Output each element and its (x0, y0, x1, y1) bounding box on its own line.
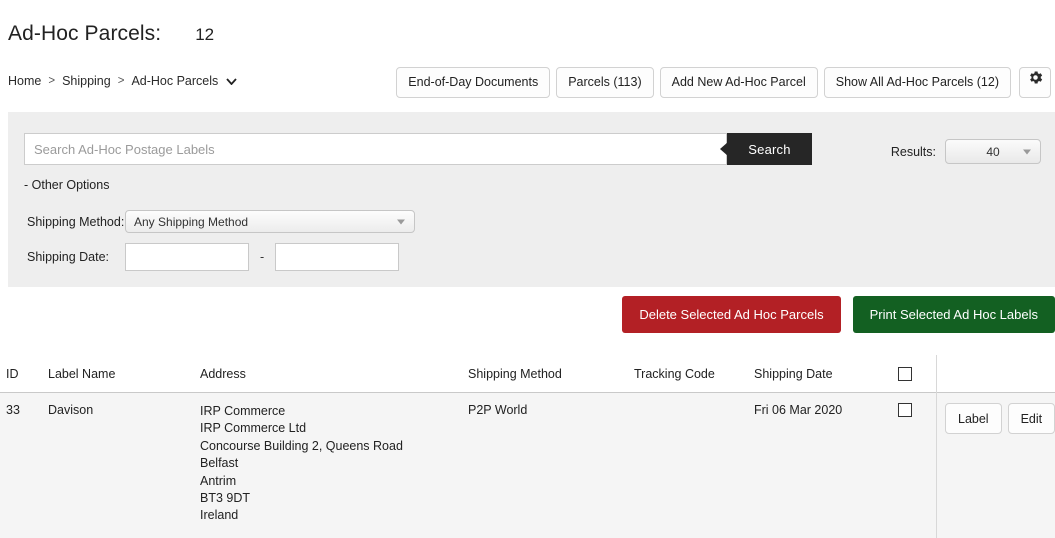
shipping-method-label: Shipping Method: (27, 214, 125, 229)
shipping-date-separator: - (260, 250, 265, 264)
select-all-checkbox[interactable] (898, 366, 912, 381)
cell-label-name: Davison (48, 403, 94, 417)
breadcrumb-item-shipping[interactable]: Shipping (62, 74, 111, 88)
shipping-method-select-value: Any Shipping Method (134, 214, 249, 229)
print-selected-labels-button[interactable]: Print Selected Ad Hoc Labels (852, 296, 1055, 333)
search-row: Search (24, 133, 812, 165)
search-button[interactable]: Search (727, 133, 812, 165)
cell-id: 33 (6, 403, 20, 417)
column-header-select-all (874, 366, 936, 381)
cell-shipping-date: Fri 06 Mar 2020 (754, 403, 843, 417)
row-actions-cell: Label Edit (937, 393, 1055, 538)
parcels-table-main: ID Label Name Address Shipping Method Tr… (0, 355, 936, 538)
search-button-notch-icon (720, 142, 728, 156)
gear-icon (1027, 68, 1044, 97)
row-select-checkbox[interactable] (898, 403, 912, 417)
cell-select (874, 403, 936, 538)
add-new-ad-hoc-parcel-button[interactable]: Add New Ad-Hoc Parcel (659, 67, 818, 98)
results-per-page: Results: 40 (891, 139, 1041, 164)
cell-address: IRP Commerce IRP Commerce Ltd Concourse … (200, 403, 468, 538)
row-actions-column: Label Edit (936, 355, 1055, 538)
cell-shipping-method: P2P World (468, 403, 528, 417)
column-header-tracking-code: Tracking Code (634, 366, 715, 381)
column-header-id: ID (6, 366, 19, 381)
breadcrumb-item-home[interactable]: Home (8, 74, 41, 88)
address-line: Concourse Building 2, Queens Road (200, 438, 403, 453)
settings-button[interactable] (1019, 67, 1051, 98)
page-header: Ad-Hoc Parcels: 12 Home > Shipping > Ad-… (0, 0, 1055, 112)
filter-panel: Search Results: 40 - Other Options Shipp… (8, 112, 1055, 287)
address-line: Ireland (200, 508, 239, 523)
breadcrumb-separator: > (48, 75, 56, 87)
row-label-button[interactable]: Label (945, 403, 1002, 434)
breadcrumb-separator: > (117, 75, 125, 87)
chevron-down-icon (397, 219, 405, 224)
shipping-date-to-input[interactable] (275, 243, 400, 271)
search-button-wrapper: Search (720, 133, 812, 165)
results-select[interactable]: 40 (945, 139, 1041, 164)
end-of-day-documents-button[interactable]: End-of-Day Documents (396, 67, 551, 98)
address-line: IRP Commerce (200, 404, 286, 418)
shipping-date-label: Shipping Date: (27, 250, 110, 264)
column-header-shipping-method: Shipping Method (468, 366, 562, 381)
table-header-row: ID Label Name Address Shipping Method Tr… (0, 355, 936, 393)
address-line: Antrim (200, 473, 237, 488)
column-header-address: Address (200, 366, 246, 381)
shipping-method-field: Shipping Method: Any Shipping Method (27, 210, 415, 233)
shipping-method-select[interactable]: Any Shipping Method (125, 210, 415, 233)
chevron-down-icon[interactable] (226, 77, 237, 85)
header-actions: End-of-Day Documents Parcels (113) Add N… (396, 67, 1051, 98)
page-title-count: 12 (195, 25, 215, 44)
breadcrumb-item-ad-hoc-parcels[interactable]: Ad-Hoc Parcels (131, 74, 218, 88)
shipping-date-field: Shipping Date: - (27, 243, 400, 271)
cell-tracking-code (634, 403, 754, 538)
column-header-shipping-date: Shipping Date (754, 366, 833, 381)
shipping-date-from-input[interactable] (125, 243, 249, 271)
address-line: IRP Commerce Ltd (200, 421, 307, 436)
page-title-row: Ad-Hoc Parcels: 12 (8, 22, 214, 46)
results-label: Results: (890, 144, 936, 159)
table-row: 33 Davison IRP Commerce IRP Commerce Ltd… (0, 393, 936, 538)
show-all-ad-hoc-parcels-button[interactable]: Show All Ad-Hoc Parcels (12) (823, 67, 1011, 98)
bulk-actions: Delete Selected Ad Hoc Parcels Print Sel… (622, 296, 1055, 333)
search-input[interactable] (24, 133, 727, 165)
row-actions-column-header (937, 355, 1055, 393)
chevron-down-icon (1023, 149, 1031, 154)
parcels-table: ID Label Name Address Shipping Method Tr… (0, 355, 1055, 538)
delete-selected-parcels-button[interactable]: Delete Selected Ad Hoc Parcels (622, 296, 841, 333)
column-header-label-name: Label Name (48, 366, 116, 381)
address-line: Belfast (200, 456, 239, 471)
other-options-toggle[interactable]: - Other Options (24, 178, 109, 192)
address-line: BT3 9DT (200, 491, 251, 506)
row-edit-button[interactable]: Edit (1007, 403, 1055, 434)
breadcrumb: Home > Shipping > Ad-Hoc Parcels (8, 74, 237, 88)
parcels-button[interactable]: Parcels (113) (556, 67, 654, 98)
page-title: Ad-Hoc Parcels: (8, 22, 162, 45)
